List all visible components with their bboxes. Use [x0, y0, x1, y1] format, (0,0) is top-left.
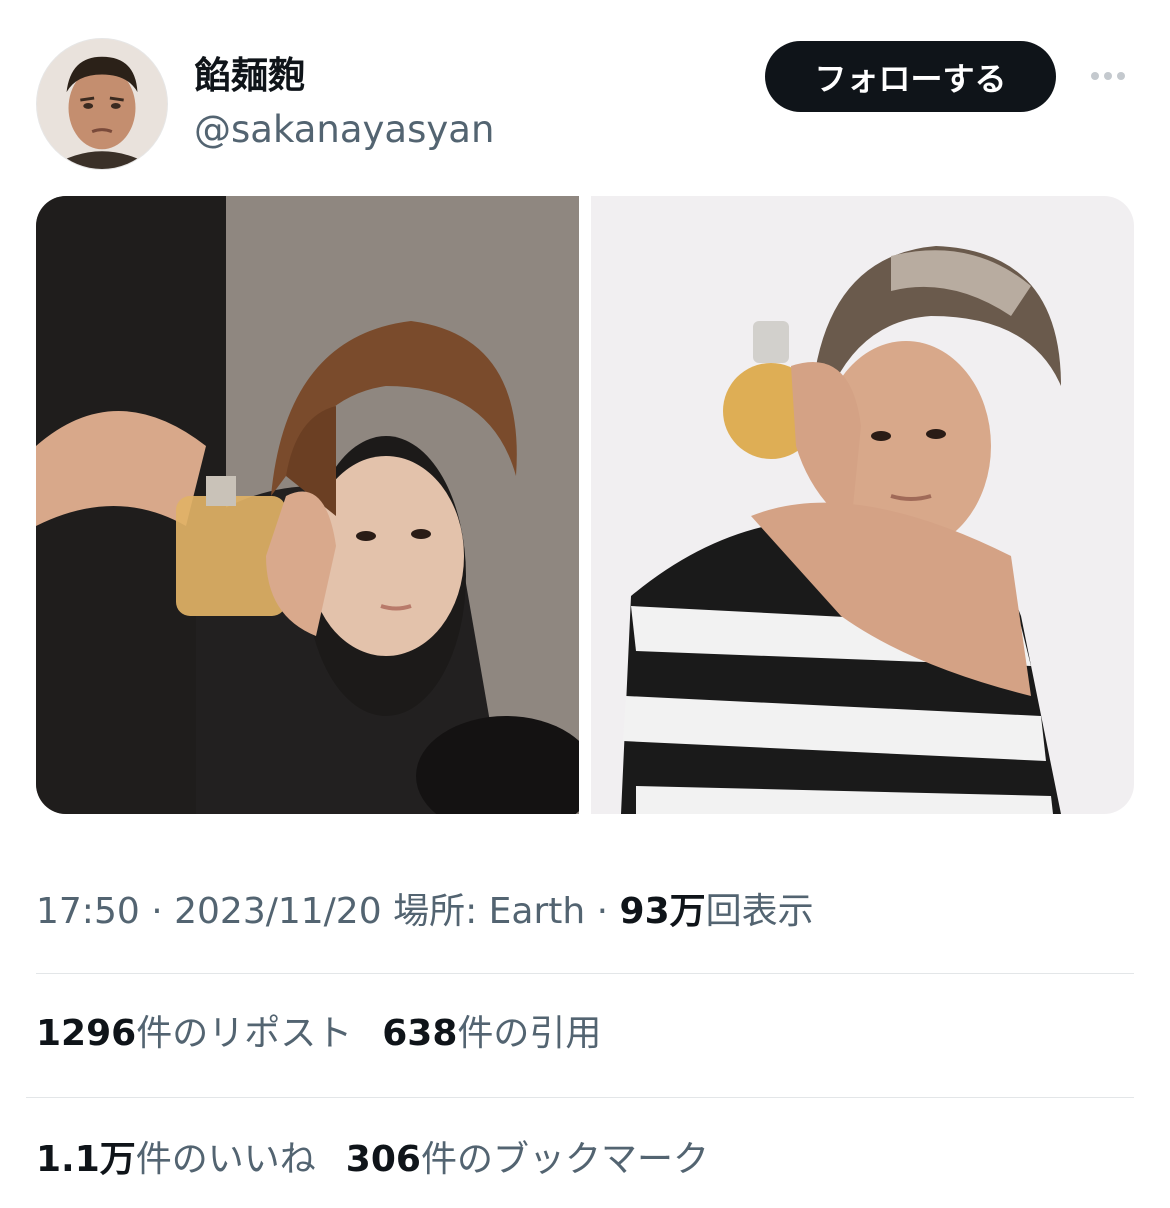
engagement-stats-row-1: 1296件のリポスト 638件の引用	[36, 1006, 601, 1062]
tweet-location: 場所: Earth	[393, 891, 586, 932]
author-avatar[interactable]	[36, 38, 168, 170]
tweet-date[interactable]: 2023/11/20	[174, 891, 382, 932]
photo-right-image	[591, 196, 1134, 814]
more-dots-icon	[1117, 72, 1125, 80]
meta-separator: ·	[151, 891, 163, 932]
quotes-count: 638	[382, 1013, 458, 1054]
photo-left-image	[36, 196, 579, 814]
bookmarks-stat[interactable]: 306件のブックマーク	[346, 1132, 709, 1188]
meta-separator: ·	[596, 891, 609, 932]
likes-count: 1.1万	[36, 1139, 136, 1180]
reposts-count: 1296	[36, 1013, 137, 1054]
divider	[26, 1097, 1134, 1098]
tweet-time[interactable]: 17:50	[36, 891, 140, 932]
likes-stat[interactable]: 1.1万件のいいね	[36, 1132, 316, 1188]
bookmarks-label: 件のブックマーク	[420, 1139, 709, 1180]
likes-label: 件のいいね	[135, 1139, 316, 1180]
more-dots-icon	[1091, 72, 1099, 80]
author-handle[interactable]: @sakanayasyan	[194, 104, 494, 156]
reposts-stat[interactable]: 1296件のリポスト	[36, 1006, 352, 1062]
follow-button[interactable]: フォローする	[765, 41, 1056, 112]
bookmarks-count: 306	[345, 1139, 421, 1180]
more-dots-icon	[1104, 72, 1112, 80]
profile-photo-icon	[37, 39, 167, 169]
author-display-name[interactable]: 餡麺麭	[194, 50, 305, 102]
quotes-stat[interactable]: 638件の引用	[382, 1006, 601, 1062]
views-label: 回表示	[705, 891, 814, 932]
views-count: 93万	[619, 891, 706, 932]
quotes-label: 件の引用	[457, 1013, 602, 1054]
tweet-media	[36, 196, 1134, 814]
divider	[36, 973, 1134, 974]
reposts-label: 件のリポスト	[136, 1013, 353, 1054]
tweet-meta: 17:50 · 2023/11/20 場所: Earth · 93万回表示	[36, 884, 814, 940]
photo-right[interactable]	[591, 196, 1134, 814]
engagement-stats-row-2: 1.1万件のいいね 306件のブックマーク	[36, 1132, 709, 1188]
photo-left[interactable]	[36, 196, 579, 814]
more-options-button[interactable]	[1080, 54, 1136, 98]
